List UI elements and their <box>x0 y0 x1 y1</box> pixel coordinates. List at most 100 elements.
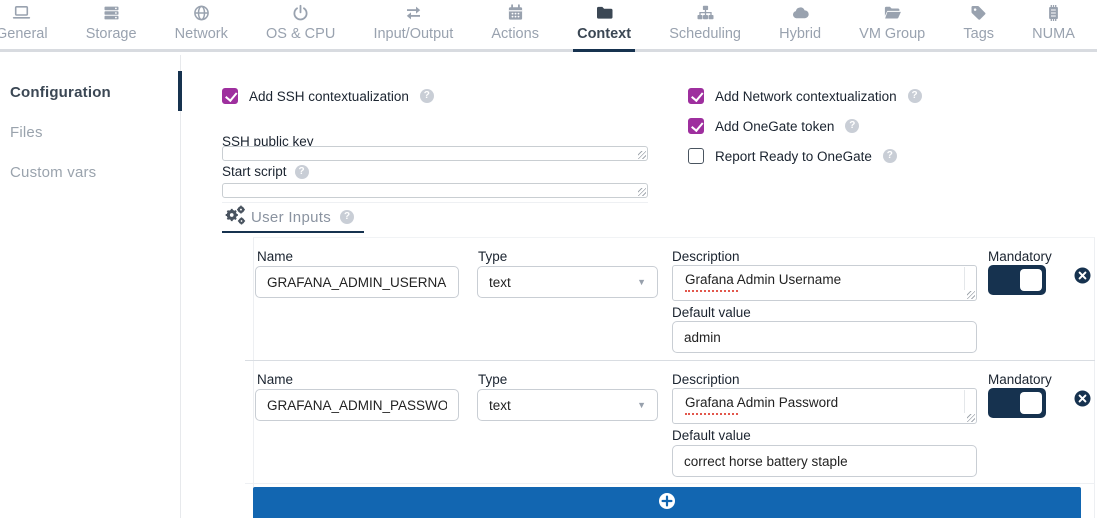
row-separator <box>245 360 1095 361</box>
ssh-contextualization-checkbox[interactable] <box>222 88 238 104</box>
tab-input-output[interactable]: Input/Output <box>369 0 457 52</box>
user-input-name-field[interactable] <box>255 389 459 421</box>
question-circle-icon[interactable]: ? <box>340 210 354 224</box>
user-input-default-value-field[interactable] <box>672 445 977 477</box>
tab-label: NUMA <box>1032 26 1075 42</box>
report-ready-label: Report Ready to OneGate <box>715 149 872 164</box>
report-ready-row: Report Ready to OneGate ? <box>688 148 897 164</box>
user-inputs-tab[interactable]: User Inputs ? <box>222 204 354 230</box>
question-circle-icon[interactable]: ? <box>420 89 434 103</box>
sidebar-item-configuration[interactable]: Configuration <box>10 84 111 101</box>
user-inputs-tab-underline <box>222 231 364 233</box>
toggle-knob <box>1020 269 1042 291</box>
default-value-label: Default value <box>672 428 751 443</box>
report-ready-checkbox[interactable] <box>688 148 704 164</box>
description-text: Grafana Admin Password <box>685 395 838 410</box>
tab-label: Context <box>577 26 631 42</box>
tab-general[interactable]: General <box>0 0 52 52</box>
ssh-contextualization-row: Add SSH contextualization ? <box>222 88 434 104</box>
column-header-description: Description <box>672 249 740 264</box>
tab-actions[interactable]: Actions <box>487 0 543 52</box>
gears-icon <box>222 203 248 232</box>
question-circle-icon[interactable]: ? <box>883 149 897 163</box>
laptop-icon <box>12 4 31 22</box>
sitemap-icon <box>696 4 715 22</box>
chevron-down-icon: ▼ <box>637 400 646 410</box>
resize-grip-icon[interactable] <box>967 414 975 422</box>
network-contextualization-label: Add Network contextualization <box>715 89 897 104</box>
column-header-mandatory: Mandatory <box>988 249 1052 264</box>
network-contextualization-checkbox[interactable] <box>688 88 704 104</box>
network-contextualization-row: Add Network contextualization ? <box>688 88 922 104</box>
user-input-type-select[interactable]: text ▼ <box>477 389 658 421</box>
globe-icon <box>192 4 211 22</box>
chevron-down-icon: ▼ <box>637 277 646 287</box>
folder-open-icon <box>883 4 902 22</box>
default-value-label: Default value <box>672 305 751 320</box>
folder-icon <box>595 4 614 22</box>
mandatory-toggle[interactable] <box>988 265 1046 295</box>
description-text: Grafana Admin Username <box>685 272 841 287</box>
ssh-public-key-textarea[interactable] <box>222 146 648 161</box>
tab-storage[interactable]: Storage <box>82 0 141 52</box>
start-script-label: Start script ? <box>222 164 309 179</box>
start-script-textarea[interactable] <box>222 183 648 198</box>
tab-vm-group[interactable]: VM Group <box>855 0 929 52</box>
column-header-name: Name <box>257 249 293 264</box>
sidebar-active-indicator <box>178 71 182 111</box>
user-inputs-title: User Inputs <box>251 209 331 226</box>
tab-numa[interactable]: NUMA <box>1028 0 1079 52</box>
selected-type-value: text <box>489 398 511 413</box>
vm-template-context-screen: General Storage Network OS & CPU Input/O… <box>0 0 1097 518</box>
question-circle-icon[interactable]: ? <box>845 119 859 133</box>
delete-user-input-button[interactable] <box>1074 267 1091 284</box>
question-circle-icon[interactable]: ? <box>908 89 922 103</box>
spellcheck-underline <box>685 288 738 292</box>
tab-hybrid[interactable]: Hybrid <box>775 0 825 52</box>
user-input-default-value-field[interactable] <box>672 321 977 353</box>
resize-grip-icon[interactable] <box>638 188 646 196</box>
tab-label: Actions <box>491 26 539 42</box>
tab-label: Storage <box>86 26 137 42</box>
scrollbar-track <box>964 390 965 413</box>
server-stack-icon <box>102 4 121 22</box>
column-header-name: Name <box>257 372 293 387</box>
add-user-input-button[interactable] <box>253 487 1081 518</box>
tab-label: Tags <box>963 26 994 42</box>
sidebar-item-files[interactable]: Files <box>10 124 43 141</box>
sidebar-item-custom-vars[interactable]: Custom vars <box>10 164 96 181</box>
onegate-token-label: Add OneGate token <box>715 119 834 134</box>
tab-os-cpu[interactable]: OS & CPU <box>262 0 339 52</box>
tab-scheduling[interactable]: Scheduling <box>665 0 745 52</box>
user-input-description-textarea[interactable]: Grafana Admin Username <box>672 265 977 301</box>
column-header-mandatory: Mandatory <box>988 372 1052 387</box>
tab-label: VM Group <box>859 26 925 42</box>
user-input-type-select[interactable]: text ▼ <box>477 266 658 298</box>
sidebar-divider <box>180 55 181 518</box>
tab-tags[interactable]: Tags <box>959 0 998 52</box>
onegate-token-checkbox[interactable] <box>688 118 704 134</box>
selected-type-value: text <box>489 275 511 290</box>
tab-label: Input/Output <box>373 26 453 42</box>
cloud-icon <box>791 4 810 22</box>
tab-label: Network <box>175 26 228 42</box>
tab-label: General <box>0 26 48 42</box>
exchange-arrows-icon <box>404 4 423 22</box>
mandatory-toggle[interactable] <box>988 388 1046 418</box>
user-input-description-textarea[interactable]: Grafana Admin Password <box>672 388 977 424</box>
row-separator <box>245 483 1095 484</box>
tab-label: Scheduling <box>669 26 741 42</box>
question-circle-icon[interactable]: ? <box>295 165 309 179</box>
tab-network[interactable]: Network <box>171 0 232 52</box>
toggle-knob <box>1020 392 1042 414</box>
resize-grip-icon[interactable] <box>967 291 975 299</box>
onegate-token-row: Add OneGate token ? <box>688 118 859 134</box>
tab-context[interactable]: Context <box>573 0 635 52</box>
delete-user-input-button[interactable] <box>1074 390 1091 407</box>
scrollbar-track <box>964 267 965 290</box>
resize-grip-icon[interactable] <box>638 151 646 159</box>
spellcheck-underline <box>685 411 738 415</box>
power-icon <box>291 4 310 22</box>
user-input-name-field[interactable] <box>255 266 459 298</box>
section-separator <box>222 202 648 203</box>
